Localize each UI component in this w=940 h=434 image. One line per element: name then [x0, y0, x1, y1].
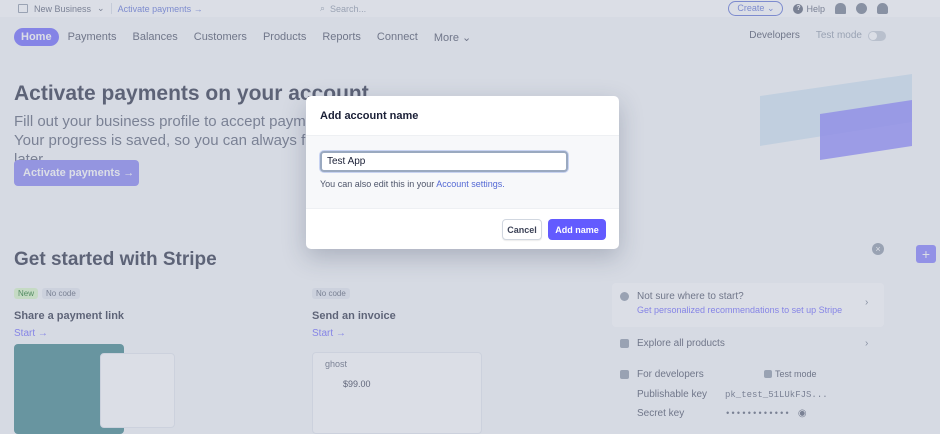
- account-settings-link[interactable]: Account settings.: [436, 179, 505, 189]
- cancel-button[interactable]: Cancel: [502, 219, 542, 240]
- account-name-input[interactable]: [320, 151, 568, 172]
- dialog-help-text: You can also edit this in your Account s…: [320, 179, 505, 189]
- dialog-title: Add account name: [306, 96, 619, 136]
- dialog-footer: Cancel Add name: [306, 208, 619, 249]
- add-name-button[interactable]: Add name: [548, 219, 606, 240]
- dialog-body: You can also edit this in your Account s…: [306, 136, 619, 208]
- add-account-name-dialog: Add account name You can also edit this …: [306, 96, 619, 249]
